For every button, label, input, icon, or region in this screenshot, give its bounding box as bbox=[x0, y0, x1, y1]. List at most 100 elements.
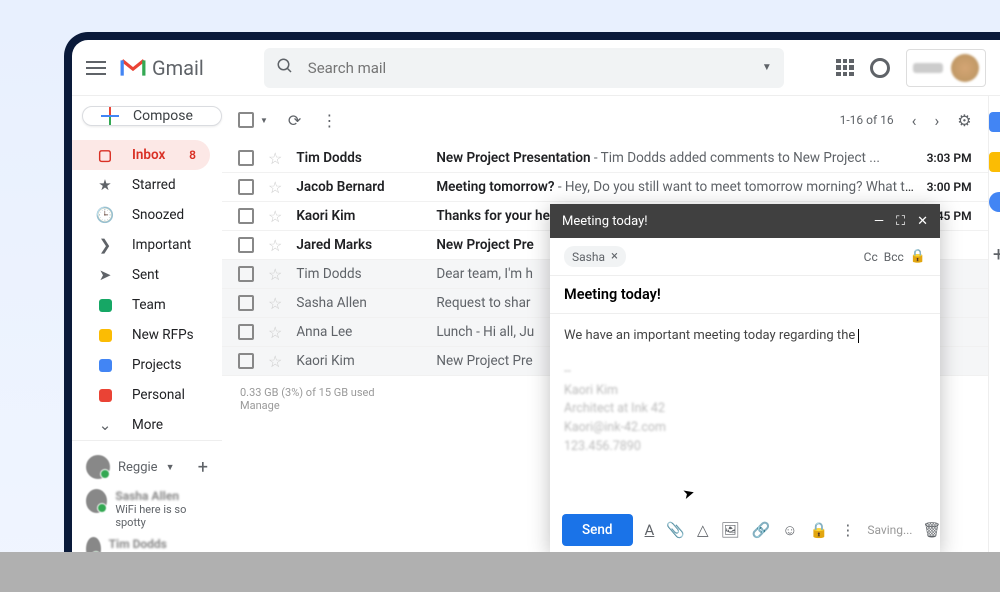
sidebar-item-important[interactable]: ❯Important bbox=[72, 230, 210, 260]
sender: Kaori Kim bbox=[296, 208, 436, 224]
google-apps-icon[interactable] bbox=[836, 59, 854, 77]
sidebar-item-sent[interactable]: ➤Sent bbox=[72, 260, 210, 290]
row-checkbox[interactable] bbox=[238, 208, 254, 224]
row-checkbox[interactable] bbox=[238, 266, 254, 282]
list-toolbar: ▼ ⟳ ⋮ 1-16 of 16 ‹ › ⚙ bbox=[222, 96, 988, 144]
nav-label: New RFPs bbox=[132, 327, 194, 343]
row-checkbox[interactable] bbox=[238, 353, 254, 369]
compose-body[interactable]: We have an important meeting today regar… bbox=[550, 314, 940, 508]
remove-chip-icon[interactable]: × bbox=[611, 249, 618, 264]
header: Gmail ▼ bbox=[72, 40, 1000, 96]
gmail-logo[interactable]: Gmail bbox=[120, 56, 204, 80]
emoji-icon[interactable]: ☺ bbox=[782, 521, 797, 539]
fullscreen-icon[interactable]: ⛶ bbox=[896, 214, 905, 229]
star-icon[interactable]: ☆ bbox=[268, 178, 282, 197]
attach-icon[interactable]: 📎 bbox=[666, 521, 685, 539]
search-options-dropdown[interactable]: ▼ bbox=[762, 62, 772, 73]
inbox-icon: ▢ bbox=[96, 146, 114, 164]
sidebar-item-inbox[interactable]: ▢Inbox8 bbox=[72, 140, 210, 170]
more-icon[interactable]: ⋮ bbox=[321, 111, 337, 130]
chat-contact[interactable]: Sasha AllenWiFi here is so spotty bbox=[82, 485, 212, 533]
timestamp: 3:00 PM bbox=[927, 180, 972, 194]
drive-icon[interactable]: △ bbox=[697, 521, 709, 539]
account-label bbox=[913, 63, 943, 73]
refresh-icon[interactable]: ⟳ bbox=[288, 111, 301, 130]
sidebar: Compose ▢Inbox8★Starred🕒Snoozed❯Importan… bbox=[72, 96, 222, 552]
photo-icon[interactable]: 🖼 bbox=[721, 521, 740, 539]
search-bar[interactable]: ▼ bbox=[264, 48, 784, 88]
search-input[interactable] bbox=[308, 59, 762, 77]
bcc-link[interactable]: Bcc bbox=[884, 250, 904, 264]
calendar-icon[interactable] bbox=[989, 112, 1000, 132]
chat-contact[interactable]: Tim DoddsYes she's waiting on confirmati… bbox=[82, 533, 212, 552]
sidebar-item-team[interactable]: Team bbox=[72, 290, 210, 320]
star-icon[interactable]: ☆ bbox=[268, 236, 282, 255]
tasks-icon[interactable] bbox=[989, 192, 1000, 212]
star-icon[interactable]: ☆ bbox=[268, 265, 282, 284]
close-icon[interactable]: ✕ bbox=[917, 214, 928, 229]
nav-label: Projects bbox=[132, 357, 182, 373]
add-addon-button[interactable]: + bbox=[993, 242, 1000, 266]
recipient-chip[interactable]: Sasha × bbox=[564, 246, 626, 267]
label-icon bbox=[96, 329, 114, 342]
star-icon[interactable]: ☆ bbox=[268, 323, 282, 342]
next-page-button[interactable]: › bbox=[934, 111, 939, 130]
avatar bbox=[951, 54, 979, 82]
settings-gear-icon[interactable]: ⚙ bbox=[957, 111, 971, 130]
sidebar-item-snoozed[interactable]: 🕒 Snoozed bbox=[72, 200, 210, 230]
more-options-icon[interactable]: ⋮ bbox=[840, 521, 855, 539]
formatting-icon[interactable]: A bbox=[645, 521, 655, 539]
star-icon[interactable]: ☆ bbox=[268, 149, 282, 168]
sidebar-item-personal[interactable]: Personal bbox=[72, 380, 210, 410]
row-checkbox[interactable] bbox=[238, 324, 254, 340]
row-checkbox[interactable] bbox=[238, 295, 254, 311]
sidebar-item-projects[interactable]: Projects bbox=[72, 350, 210, 380]
main-menu-button[interactable] bbox=[86, 61, 106, 75]
clock-icon: 🕒 bbox=[96, 206, 114, 224]
nav-label: Team bbox=[132, 297, 166, 313]
link-icon[interactable]: 🔗 bbox=[752, 521, 771, 539]
send-button[interactable]: Send bbox=[562, 514, 633, 546]
star-icon[interactable]: ☆ bbox=[268, 294, 282, 313]
new-chat-button[interactable]: + bbox=[198, 457, 208, 478]
star-icon[interactable]: ☆ bbox=[268, 207, 282, 226]
row-checkbox[interactable] bbox=[238, 150, 254, 166]
select-all-checkbox[interactable] bbox=[238, 112, 254, 128]
sidebar-item-more[interactable]: ⌄More bbox=[72, 410, 210, 440]
nav-label: Inbox bbox=[132, 147, 165, 163]
sender: Sasha Allen bbox=[296, 295, 436, 311]
sender: Kaori Kim bbox=[296, 353, 436, 369]
cc-link[interactable]: Cc bbox=[864, 250, 878, 264]
compose-button[interactable]: Compose bbox=[82, 106, 222, 126]
notifications-icon[interactable] bbox=[870, 58, 890, 78]
side-panel: + bbox=[988, 96, 1000, 552]
sidebar-item-starred[interactable]: ★Starred bbox=[72, 170, 210, 200]
keep-icon[interactable] bbox=[989, 152, 1000, 172]
compose-window: Meeting today! — ⛶ ✕ Sasha × Cc Bcc 🔒 Me… bbox=[550, 204, 940, 552]
lock-icon[interactable]: 🔒 bbox=[910, 249, 926, 264]
sender: Tim Dodds bbox=[296, 266, 436, 282]
message-row[interactable]: ☆Tim DoddsNew Project Presentation - Tim… bbox=[222, 144, 988, 173]
nav-label: Snoozed bbox=[132, 207, 184, 223]
compose-header[interactable]: Meeting today! — ⛶ ✕ bbox=[550, 204, 940, 238]
row-checkbox[interactable] bbox=[238, 237, 254, 253]
account-switcher[interactable] bbox=[906, 49, 986, 87]
confidential-icon[interactable]: 🔒 bbox=[810, 521, 829, 539]
prev-page-button[interactable]: ‹ bbox=[912, 111, 917, 130]
discard-icon[interactable]: 🗑 bbox=[922, 521, 941, 539]
star-icon[interactable]: ☆ bbox=[268, 352, 282, 371]
row-checkbox[interactable] bbox=[238, 179, 254, 195]
avatar bbox=[86, 455, 110, 479]
minimize-icon[interactable]: — bbox=[874, 214, 884, 229]
nav-label: Important bbox=[132, 237, 191, 253]
compose-label: Compose bbox=[133, 108, 193, 124]
nav-label: Personal bbox=[132, 387, 185, 403]
subject-field[interactable]: Meeting today! bbox=[550, 276, 940, 314]
message-row[interactable]: ☆Jacob BernardMeeting tomorrow? - Hey, D… bbox=[222, 173, 988, 202]
recipients-row[interactable]: Sasha × Cc Bcc 🔒 bbox=[550, 238, 940, 276]
select-dropdown[interactable]: ▼ bbox=[260, 116, 268, 125]
chat-self-row[interactable]: Reggie ▼ + bbox=[82, 449, 212, 485]
sidebar-item-new-rfps[interactable]: New RFPs bbox=[72, 320, 210, 350]
timestamp: 3:03 PM bbox=[927, 151, 972, 165]
nav-label: Sent bbox=[132, 267, 159, 283]
